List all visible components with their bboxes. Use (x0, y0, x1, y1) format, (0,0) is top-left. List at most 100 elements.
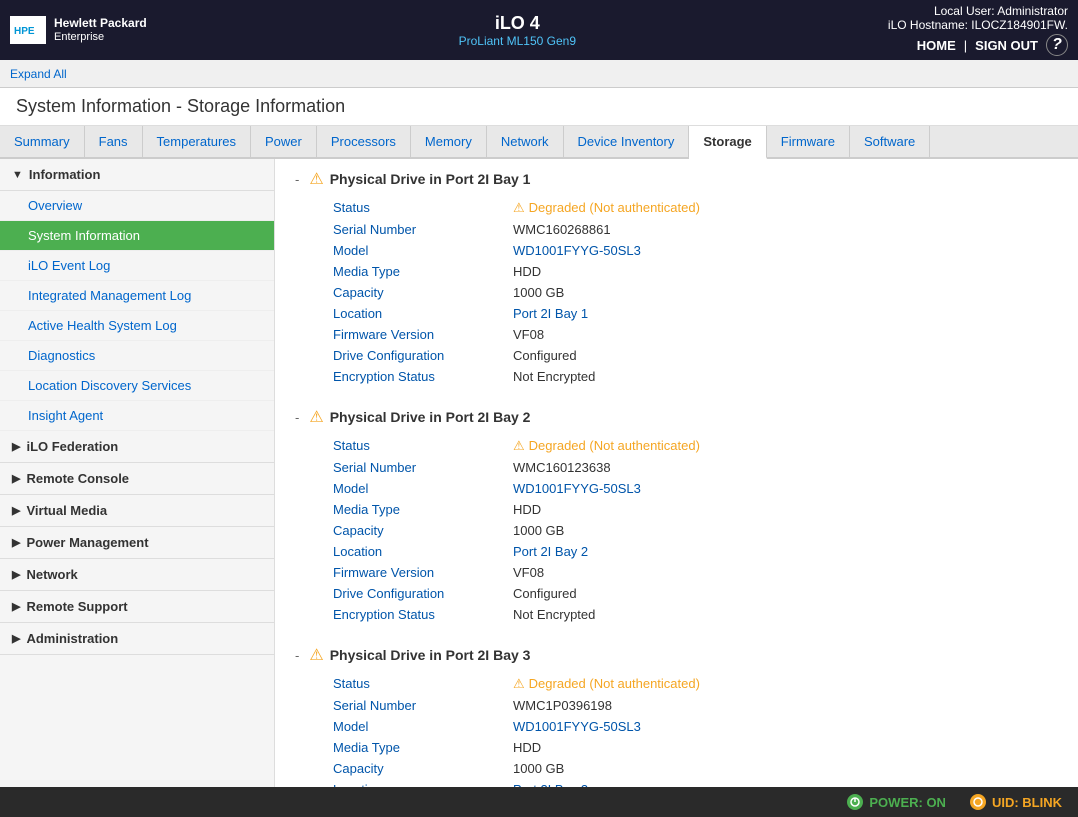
table-row: Encryption StatusNot Encrypted (325, 604, 1058, 625)
field-value: 1000 GB (505, 758, 1058, 779)
sidebar-group-header-power-management[interactable]: ▶ Power Management (0, 527, 274, 559)
field-label: Firmware Version (325, 324, 505, 345)
field-value: ⚠Degraded (Not authenticated) (505, 673, 1058, 695)
sidebar-group-label: Information (29, 167, 101, 182)
uid-button[interactable]: UID: BLINK (970, 794, 1062, 810)
warning-icon: ⚠ (309, 169, 323, 189)
field-value-text: Degraded (Not authenticated) (529, 676, 700, 691)
field-value: ⚠Degraded (Not authenticated) (505, 435, 1058, 457)
sidebar-item-diagnostics[interactable]: Diagnostics (0, 341, 274, 371)
tab-power[interactable]: Power (251, 126, 317, 157)
field-label: Status (325, 435, 505, 457)
signout-link[interactable]: SIGN OUT (975, 38, 1038, 53)
svg-text:HPE: HPE (14, 26, 35, 37)
tab-memory[interactable]: Memory (411, 126, 487, 157)
field-value: HDD (505, 261, 1058, 282)
field-label: Status (325, 197, 505, 219)
sidebar-item-system-information[interactable]: System Information (0, 221, 274, 251)
sidebar-item-integrated-management-log[interactable]: Integrated Management Log (0, 281, 274, 311)
field-value: HDD (505, 499, 1058, 520)
sidebar-item-active-health-system-log[interactable]: Active Health System Log (0, 311, 274, 341)
sidebar-group-administration: ▶Administration (0, 623, 274, 655)
tab-device-inventory[interactable]: Device Inventory (564, 126, 690, 157)
warning-icon: ⚠ (309, 645, 323, 665)
tab-network[interactable]: Network (487, 126, 564, 157)
tab-fans[interactable]: Fans (85, 126, 143, 157)
field-value-text: HDD (513, 740, 541, 755)
sidebar-item-overview[interactable]: Overview (0, 191, 274, 221)
field-value-text: VF08 (513, 327, 544, 342)
field-value-text: HDD (513, 502, 541, 517)
table-row: LocationPort 2I Bay 3 (325, 779, 1058, 787)
sidebar-group-header-remote-support[interactable]: ▶Remote Support (0, 591, 274, 623)
field-value-text: HDD (513, 264, 541, 279)
tab-firmware[interactable]: Firmware (767, 126, 850, 157)
drive-dash: - (295, 172, 299, 187)
chevron-icon: ▶ (12, 440, 20, 453)
bottom-bar: POWER: ON UID: BLINK (0, 787, 1078, 817)
field-value-text: VF08 (513, 565, 544, 580)
table-row: Capacity1000 GB (325, 282, 1058, 303)
sidebar-group-header-network[interactable]: ▶Network (0, 559, 274, 591)
field-value: Port 2I Bay 3 (505, 779, 1058, 787)
field-value: Port 2I Bay 2 (505, 541, 1058, 562)
drive-header: -⚠Physical Drive in Port 2I Bay 3 (295, 645, 1058, 665)
field-value-text: WD1001FYYG-50SL3 (513, 481, 641, 496)
sidebar-group-header-ilo-federation[interactable]: ▶ iLO Federation (0, 431, 274, 463)
field-value: Not Encrypted (505, 366, 1058, 387)
sidebar-group-label: iLO Federation (26, 439, 118, 454)
field-label: Location (325, 779, 505, 787)
sidebar-group-header-information[interactable]: ▼ Information (0, 159, 274, 191)
field-value-text: WMC160268861 (513, 222, 611, 237)
sidebar-group-remote-support: ▶Remote Support (0, 591, 274, 623)
tab-processors[interactable]: Processors (317, 126, 411, 157)
nav-separator: | (964, 38, 967, 53)
field-label: Media Type (325, 261, 505, 282)
sidebar-group-virtual-media: ▶ Virtual Media (0, 495, 274, 527)
drive-section: -⚠Physical Drive in Port 2I Bay 3Status⚠… (295, 645, 1058, 787)
field-label: Drive Configuration (325, 583, 505, 604)
field-value: WMC160268861 (505, 219, 1058, 240)
table-row: Encryption StatusNot Encrypted (325, 366, 1058, 387)
header-nav: HOME | SIGN OUT ? (917, 34, 1068, 56)
sidebar-group-label: Power Management (26, 535, 148, 550)
home-link[interactable]: HOME (917, 38, 956, 53)
tab-temperatures[interactable]: Temperatures (143, 126, 251, 157)
field-value: Configured (505, 345, 1058, 366)
power-label: POWER: ON (869, 795, 946, 810)
tab-software[interactable]: Software (850, 126, 930, 157)
sidebar-group-label: Remote Console (26, 471, 129, 486)
field-value-text: 1000 GB (513, 761, 564, 776)
field-value: WD1001FYYG-50SL3 (505, 240, 1058, 261)
sidebar-group-label: Virtual Media (26, 503, 107, 518)
power-button[interactable]: POWER: ON (847, 794, 946, 810)
hostname: iLO Hostname: ILOCZ184901FW. (888, 18, 1068, 32)
chevron-icon: ▶ (12, 504, 20, 517)
field-value: HDD (505, 737, 1058, 758)
sidebar-group-remote-console: ▶Remote Console (0, 463, 274, 495)
drive-dash: - (295, 648, 299, 663)
sidebar-item-location-discovery-services[interactable]: Location Discovery Services (0, 371, 274, 401)
sidebar-group-header-remote-console[interactable]: ▶Remote Console (0, 463, 274, 495)
sidebar-item-ilo-event-log[interactable]: iLO Event Log (0, 251, 274, 281)
sidebar-group-label: Administration (26, 631, 118, 646)
sidebar-group-header-administration[interactable]: ▶Administration (0, 623, 274, 655)
tab-storage[interactable]: Storage (689, 126, 766, 159)
field-label: Capacity (325, 520, 505, 541)
help-button[interactable]: ? (1046, 34, 1068, 56)
table-row: Status⚠Degraded (Not authenticated) (325, 435, 1058, 457)
sidebar-item-insight-agent[interactable]: Insight Agent (0, 401, 274, 431)
drive-section: -⚠Physical Drive in Port 2I Bay 2Status⚠… (295, 407, 1058, 625)
chevron-icon: ▼ (12, 169, 23, 181)
chevron-icon: ▶ (12, 536, 20, 549)
field-value-text: WD1001FYYG-50SL3 (513, 719, 641, 734)
field-value-text: Degraded (Not authenticated) (529, 438, 700, 453)
warning-icon: ⚠ (309, 407, 323, 427)
drive-title: Physical Drive in Port 2I Bay 1 (330, 171, 531, 187)
sidebar-group-header-virtual-media[interactable]: ▶ Virtual Media (0, 495, 274, 527)
table-row: Serial NumberWMC1P0396198 (325, 695, 1058, 716)
tab-summary[interactable]: Summary (0, 126, 85, 157)
table-row: Media Type HDD (325, 261, 1058, 282)
table-row: Drive ConfigurationConfigured (325, 583, 1058, 604)
expand-all-link[interactable]: Expand All (10, 67, 67, 81)
